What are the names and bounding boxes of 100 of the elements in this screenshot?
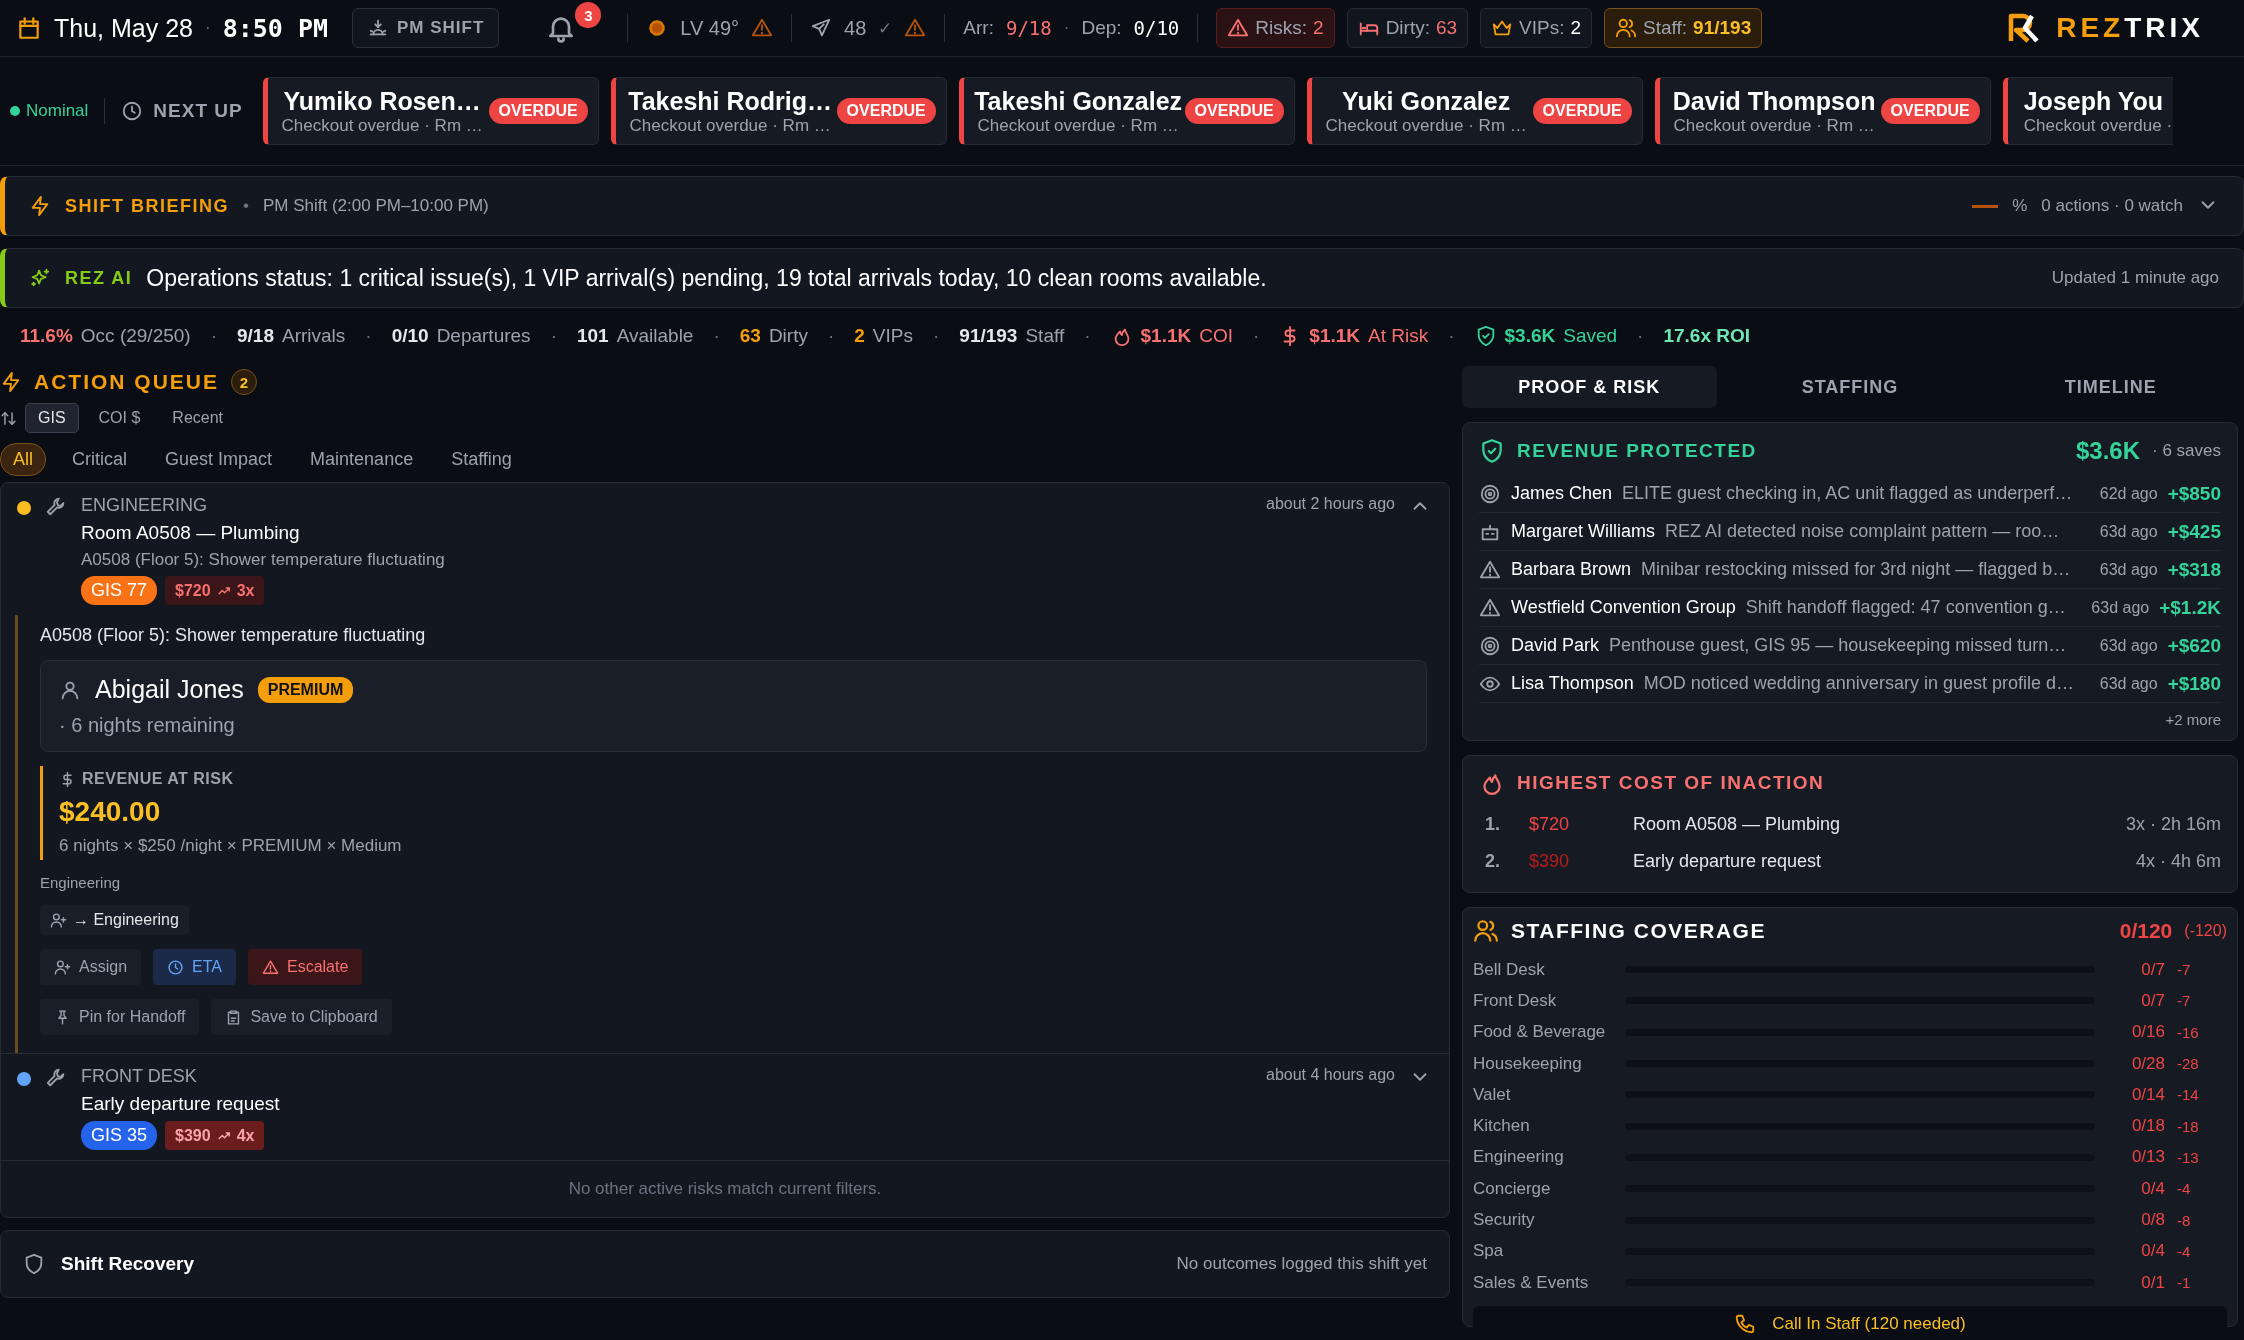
phone-icon: [1734, 1313, 1757, 1336]
shift-recovery-panel[interactable]: Shift Recovery No outcomes logged this shift yet: [0, 1230, 1450, 1298]
separator-dot: ·: [1063, 18, 1070, 38]
guest-card[interactable]: Yumiko Rosen… Checkout overdue · Rm … OVERDUE: [262, 77, 599, 145]
shield-check-icon: [1479, 438, 1505, 464]
briefing-title: SHIFT BRIEFING: [65, 195, 229, 217]
chip-value: 2: [1313, 17, 1324, 39]
action-button[interactable]: Escalate: [247, 949, 363, 985]
staff-gap: -4: [2176, 1180, 2192, 1198]
staff-gap: -7: [2176, 992, 2192, 1010]
guest-card[interactable]: David Thompson Checkout overdue · Rm … OVERDUE: [1654, 77, 1991, 145]
stat-label: Departures: [436, 325, 531, 347]
department-name: Food & Beverage: [1473, 1022, 1607, 1043]
stat-value: 11.6%: [20, 325, 73, 347]
stat-label: Dirty: [768, 325, 808, 347]
stat-label: Arrivals: [281, 325, 346, 347]
status-chip[interactable]: VIPs: 2: [1480, 8, 1593, 48]
action-button[interactable]: Pin for Handoff: [40, 999, 200, 1035]
filter-chip[interactable]: Critical: [60, 443, 140, 475]
stat-value: $1.1K: [1309, 325, 1360, 347]
status-chip[interactable]: Dirty: 63: [1346, 8, 1469, 48]
stat-label: At Risk: [1368, 325, 1429, 347]
action-button[interactable]: Save to Clipboard: [211, 999, 392, 1035]
chip-value: 2: [1570, 17, 1582, 39]
score-badge: GIS 77: [81, 576, 158, 605]
target-icon: [1479, 482, 1501, 505]
panel-title: Shift Recovery: [61, 1253, 195, 1275]
add-user-icon: [50, 911, 67, 929]
overdue-badge: OVERDUE: [1880, 98, 1980, 124]
separator-dot: ·: [204, 18, 211, 38]
issue-meta: 3x · 2h 16m: [2125, 814, 2221, 835]
warning-icon: [1227, 17, 1250, 39]
filter-chip[interactable]: Staffing: [439, 443, 524, 475]
chip-label: VIPs:: [1519, 17, 1565, 39]
empty-note: No other active risks match current filters.: [567, 1178, 883, 1200]
route-chip[interactable]: → Engineering: [40, 905, 189, 935]
save-description: Penthouse guest, GIS 95 — housekeeping missed turn…: [1609, 635, 2067, 656]
staff-count: 0/8: [2140, 1210, 2165, 1230]
guest-card[interactable]: Takeshi Rodrig… Checkout overdue · Rm … OVERDUE: [610, 77, 947, 145]
shift-briefing-panel[interactable]: SHIFT BRIEFING • PM Shift (2:00 PM–10:00 PM) % 0 actions · 0 watch: [0, 176, 2244, 236]
staff-gap: -16: [2176, 1023, 2200, 1041]
department-name: Sales & Events: [1473, 1272, 1590, 1293]
stat-value: 17.6x ROI: [1663, 325, 1751, 347]
sort-option[interactable]: Recent: [160, 404, 236, 432]
guest-card[interactable]: Joseph You Checkout overdue ·: [2002, 77, 2173, 145]
save-description: Shift handoff flagged: 47 convention g…: [1745, 597, 2066, 618]
time-ago: 63d ago: [2099, 522, 2158, 541]
status-chip[interactable]: Risks: 2: [1216, 8, 1335, 48]
panel-title: REVENUE PROTECTED: [1517, 440, 1757, 462]
stat-value: 101: [576, 325, 609, 347]
guest-name: James Chen: [1511, 483, 1613, 504]
guest-card[interactable]: Takeshi Gonzalez Checkout overdue · Rm … OVERDUE: [958, 77, 1295, 145]
add-user-icon: [54, 958, 71, 976]
staff-count: 0/7: [2140, 959, 2165, 980]
ai-label: REZ AI: [65, 267, 133, 289]
time-ago: 63d ago: [2091, 598, 2150, 617]
coverage-gap: (-120): [2184, 922, 2227, 940]
tab[interactable]: PROOF & RISK: [1462, 366, 1717, 408]
department-name: Housekeeping: [1473, 1053, 1583, 1074]
save-count: · 6 saves: [2152, 441, 2221, 461]
department-name: Front Desk: [1473, 990, 1558, 1011]
stat-value: 2: [854, 325, 865, 347]
staff-gap: -8: [2176, 1211, 2192, 1229]
separator-dot: ·: [827, 325, 835, 347]
filter-chip[interactable]: Guest Impact: [153, 443, 285, 475]
briefing-summary: 0 actions · 0 watch: [2041, 196, 2183, 216]
department-name: Concierge: [1473, 1178, 1552, 1199]
time-ago: 63d ago: [2099, 636, 2158, 655]
status-chip[interactable]: Staff: 91/193: [1604, 8, 1763, 48]
more-link[interactable]: +2 more: [2165, 711, 2221, 728]
issue-title: Early departure request: [1633, 851, 1822, 872]
staff-count: 0/16: [2130, 1022, 2165, 1043]
weather-text: LV 49°: [680, 16, 740, 40]
filter-chip[interactable]: Maintenance: [298, 443, 426, 475]
action-button[interactable]: ETA: [153, 949, 236, 985]
date-text: Thu, May 28: [54, 13, 193, 43]
tab[interactable]: TIMELINE: [1983, 366, 2238, 408]
staff-gap: -18: [2176, 1117, 2200, 1135]
guest-card[interactable]: Yuki Gonzalez Checkout overdue · Rm … OVERDUE: [1306, 77, 1643, 145]
score-badge: GIS 35: [81, 1121, 158, 1150]
guest-name: Abigail Jones: [95, 675, 244, 704]
sort-option[interactable]: COI $: [86, 404, 153, 432]
sort-option[interactable]: GIS: [25, 403, 79, 433]
departures-label: Dep:: [1081, 17, 1122, 39]
action-button[interactable]: Assign: [40, 949, 142, 985]
department-name: Bell Desk: [1473, 959, 1546, 980]
chip-label: Staff:: [1643, 17, 1688, 39]
chip-value: 63: [1435, 17, 1458, 39]
filter-chip[interactable]: All: [0, 442, 46, 476]
guest-name: Yumiko Rosen…: [283, 86, 481, 116]
department-label: FRONT DESK: [81, 1066, 197, 1087]
tab[interactable]: STAFFING: [1722, 366, 1978, 408]
stat-label: Occ (29/250): [80, 325, 191, 347]
shift-button[interactable]: PM SHIFT: [352, 8, 500, 48]
rank-number: 1.: [1484, 814, 1501, 835]
target-icon: [1479, 634, 1501, 657]
department-name: Kitchen: [1473, 1116, 1531, 1137]
stat-value: 9/18: [237, 325, 274, 347]
separator-dot: ·: [210, 325, 217, 347]
issue-title: Early departure request: [81, 1093, 280, 1115]
